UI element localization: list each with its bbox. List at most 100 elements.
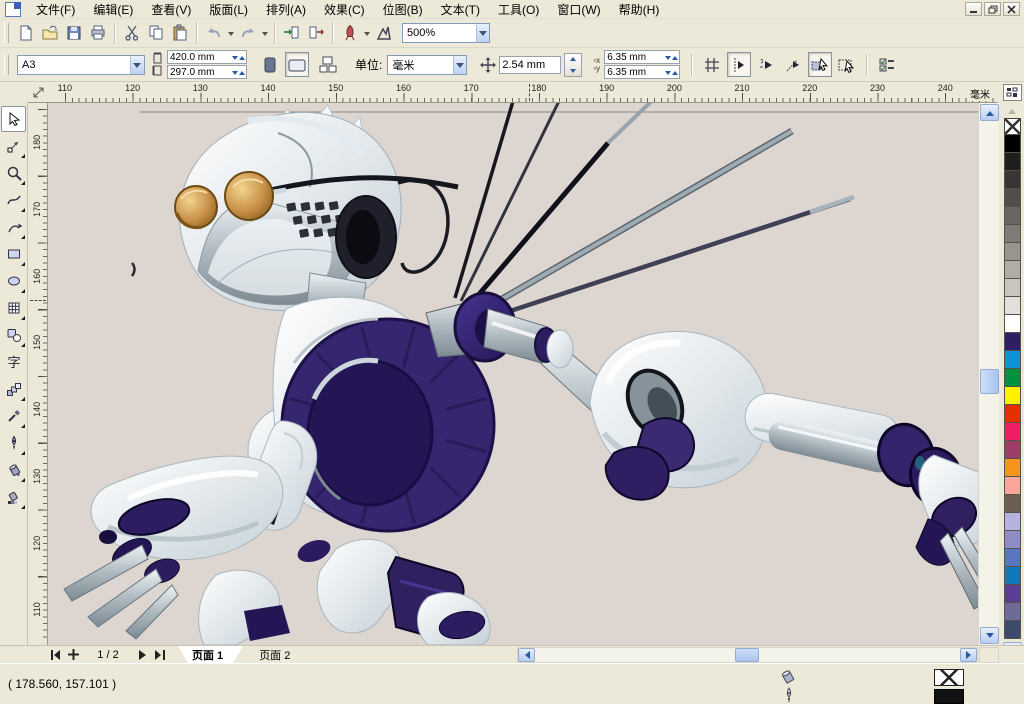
undo-button[interactable] — [202, 21, 226, 45]
paper-width-field[interactable] — [167, 50, 247, 64]
zoom-level-input[interactable] — [403, 27, 476, 39]
color-swatch[interactable] — [1004, 170, 1021, 189]
duplicate-y-spinner[interactable] — [665, 67, 679, 78]
paper-height-spinner[interactable] — [232, 67, 246, 78]
import-button[interactable] — [280, 21, 304, 45]
snap-to-objects-button[interactable] — [754, 52, 778, 77]
scroll-down-button[interactable] — [980, 627, 999, 644]
open-button[interactable] — [38, 21, 62, 45]
corel-graph-button[interactable] — [372, 21, 396, 45]
vertical-scroll-thumb[interactable] — [980, 369, 999, 394]
color-swatch[interactable] — [1004, 422, 1021, 441]
scroll-left-button[interactable] — [518, 648, 535, 662]
tab-page-2[interactable]: 页面 2 — [245, 646, 310, 663]
menu-layout[interactable]: 版面(L) — [200, 0, 257, 20]
color-swatch[interactable] — [1004, 620, 1021, 639]
landscape-button[interactable] — [285, 52, 309, 77]
snap-to-grid-button[interactable] — [700, 52, 724, 77]
export-button[interactable] — [304, 21, 328, 45]
snap-to-dynamic-guides-button[interactable] — [781, 52, 805, 77]
restore-button[interactable] — [984, 2, 1001, 16]
menu-view[interactable]: 查看(V) — [142, 0, 200, 20]
close-button[interactable] — [1003, 2, 1020, 16]
units-input[interactable] — [388, 59, 453, 71]
paper-type-dropdown-icon[interactable] — [130, 56, 144, 74]
color-swatch[interactable] — [1004, 530, 1021, 549]
color-swatch[interactable] — [1004, 152, 1021, 171]
next-page-button[interactable] — [135, 647, 150, 662]
drawing-canvas[interactable] — [48, 103, 978, 645]
color-swatch[interactable] — [1004, 440, 1021, 459]
menu-edit[interactable]: 编辑(E) — [84, 0, 142, 20]
color-swatch[interactable] — [1004, 278, 1021, 297]
color-swatch[interactable] — [1004, 296, 1021, 315]
save-button[interactable] — [62, 21, 86, 45]
duplicate-x-input[interactable] — [605, 52, 665, 63]
zoom-tool-button[interactable] — [1, 160, 26, 186]
paper-type-combo[interactable] — [17, 55, 145, 75]
propbar-grip[interactable] — [4, 55, 9, 75]
color-swatch[interactable] — [1004, 134, 1021, 153]
marquee-select-button[interactable] — [835, 52, 859, 77]
color-swatch[interactable] — [1004, 404, 1021, 423]
nudge-offset-field[interactable] — [499, 56, 561, 74]
color-swatch[interactable] — [1004, 512, 1021, 531]
scroll-up-button[interactable] — [980, 104, 999, 121]
color-swatch[interactable] — [1004, 458, 1021, 477]
outline-color-swatch[interactable] — [934, 689, 964, 704]
minimize-button[interactable] — [965, 2, 982, 16]
paper-height-input[interactable] — [168, 67, 232, 78]
menu-text[interactable]: 文本(T) — [432, 0, 489, 20]
duplicate-x-spinner[interactable] — [665, 52, 679, 63]
all-pages-button[interactable] — [316, 52, 340, 77]
cut-button[interactable] — [120, 21, 144, 45]
menu-file[interactable]: 文件(F) — [27, 0, 84, 20]
units-combo[interactable] — [387, 55, 467, 75]
copy-button[interactable] — [144, 21, 168, 45]
zoom-dropdown-icon[interactable] — [476, 24, 489, 42]
paper-width-spinner[interactable] — [232, 52, 246, 63]
new-button[interactable] — [14, 21, 38, 45]
paper-height-field[interactable] — [167, 65, 247, 79]
paste-button[interactable] — [168, 21, 192, 45]
color-swatch[interactable] — [1004, 548, 1021, 567]
duplicate-y-field[interactable] — [604, 65, 680, 79]
tab-page-1[interactable]: 页面 1 — [178, 646, 243, 663]
scroll-right-button[interactable] — [960, 648, 977, 662]
outline-tool-button[interactable] — [1, 430, 26, 456]
app-icon[interactable] — [5, 2, 21, 17]
menu-bitmaps[interactable]: 位图(B) — [374, 0, 432, 20]
add-page-button[interactable] — [66, 647, 81, 662]
color-swatch[interactable] — [1004, 206, 1021, 225]
color-swatch[interactable] — [1004, 332, 1021, 351]
paper-type-input[interactable] — [18, 59, 130, 71]
no-fill-swatch[interactable] — [1004, 118, 1021, 135]
toolbar-grip[interactable] — [4, 23, 9, 43]
color-swatch[interactable] — [1004, 350, 1021, 369]
horizontal-scroll-thumb[interactable] — [735, 648, 759, 662]
color-swatch[interactable] — [1004, 368, 1021, 387]
horizontal-ruler[interactable]: 1101201301401501601701801902002102202302… — [48, 82, 998, 103]
color-swatch[interactable] — [1004, 314, 1021, 333]
color-swatch[interactable] — [1004, 476, 1021, 495]
color-swatch[interactable] — [1004, 494, 1021, 513]
menu-arrange[interactable]: 排列(A) — [257, 0, 315, 20]
treat-as-filled-button[interactable] — [808, 52, 832, 77]
interactive-blend-tool-button[interactable] — [1, 376, 26, 402]
undo-dropdown[interactable] — [226, 22, 236, 44]
vertical-scrollbar[interactable] — [978, 103, 999, 645]
print-button[interactable] — [86, 21, 110, 45]
menu-help[interactable]: 帮助(H) — [610, 0, 669, 20]
application-launcher-button[interactable] — [338, 21, 362, 45]
interactive-fill-tool-button[interactable] — [1, 484, 26, 510]
nudge-offset-input[interactable] — [500, 59, 560, 71]
zoom-level-combo[interactable] — [402, 23, 490, 43]
text-tool-button[interactable]: 字 — [1, 349, 26, 375]
launcher-dropdown[interactable] — [362, 22, 372, 44]
last-page-button[interactable] — [153, 647, 168, 662]
menu-tools[interactable]: 工具(O) — [489, 0, 548, 20]
options-list-button[interactable] — [875, 52, 899, 77]
horizontal-scrollbar[interactable] — [517, 647, 978, 663]
duplicate-x-field[interactable] — [604, 50, 680, 64]
nudge-spinner[interactable] — [564, 53, 582, 77]
